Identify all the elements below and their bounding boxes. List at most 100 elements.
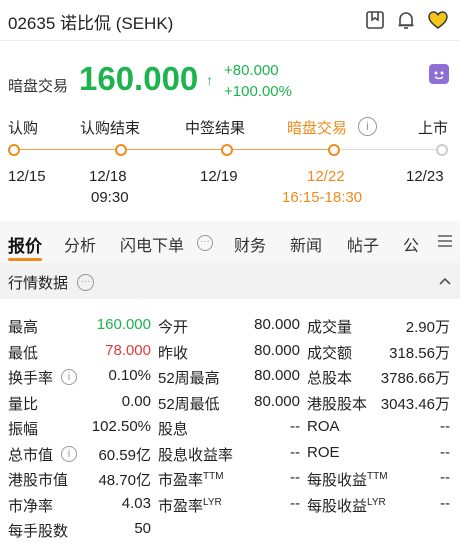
info-icon[interactable]: i xyxy=(61,445,77,462)
stat-label: 总股本 xyxy=(307,367,352,388)
stat-label: 市净率 xyxy=(8,497,54,515)
stat-label-text: 市盈率 xyxy=(158,497,204,515)
up-arrow-icon: ↑ xyxy=(206,72,213,88)
stat-value: 78.000 xyxy=(105,341,151,359)
stat-value: -- xyxy=(290,418,300,435)
stat-label-text: 52周最低 xyxy=(158,395,220,413)
tab-quote[interactable]: 报价 xyxy=(8,232,42,257)
stat-value: 102.50% xyxy=(91,418,151,435)
stat-label: ROA xyxy=(307,418,340,435)
bell-icon[interactable] xyxy=(395,9,417,31)
active-tab-indicator xyxy=(8,258,42,261)
step-date: 12/18 xyxy=(89,168,127,185)
stat-value: 160.000 xyxy=(96,316,151,333)
stat-label: 股息收益率 xyxy=(158,444,233,465)
stat-value: 2.90万 xyxy=(405,319,450,336)
stat-label-suffix: TTM xyxy=(203,471,224,482)
stat-label-text: 股息收益率 xyxy=(158,446,234,464)
stat-label: 市盈率TTM xyxy=(158,469,224,490)
stat-value: 0.00 xyxy=(121,392,151,410)
stat-label: 今开 xyxy=(158,316,188,337)
stat-label: 每手股数 xyxy=(8,523,69,540)
stat-label: 成交量 xyxy=(307,316,352,337)
stat-label-suffix: LYR xyxy=(203,496,222,508)
stat-label-text: 昨收 xyxy=(158,344,189,362)
step-dark-pool: 暗盘交易 xyxy=(287,120,348,137)
stat-value: 80.000 xyxy=(254,367,300,384)
stat-value: 3043.46万 xyxy=(380,395,450,413)
chevron-up-icon[interactable] xyxy=(438,275,452,287)
stat-label: 港股市值 xyxy=(8,472,69,489)
stat-label: 振幅 xyxy=(8,421,39,438)
step-date: 12/23 xyxy=(406,168,444,185)
step-time: 09:30 xyxy=(91,189,129,206)
stat-value: 80.000 xyxy=(254,316,300,333)
tab-more[interactable]: 公 xyxy=(403,232,419,256)
more-dots-icon[interactable]: ··· xyxy=(197,235,213,251)
stat-label-text: 总股本 xyxy=(307,370,353,387)
stat-label: 最高 xyxy=(8,319,39,336)
tab-finance[interactable]: 财务 xyxy=(234,232,266,256)
stock-title: 02635 诺比侃 (SEHK) xyxy=(8,14,174,33)
avatar-icon[interactable] xyxy=(429,64,449,84)
current-price: 160.000 xyxy=(79,60,199,97)
step-time: 16:15-18:30 xyxy=(282,189,363,206)
price-change-pct: +100.00% xyxy=(224,83,292,100)
stat-label-text: 股息 xyxy=(158,421,189,438)
stat-label-text: ROE xyxy=(307,443,340,461)
timeline-dot xyxy=(436,144,448,156)
stat-label: 港股股本 xyxy=(307,393,367,414)
timeline-dot xyxy=(8,144,20,156)
stat-value: 4.03 xyxy=(121,494,151,512)
market-data-header[interactable] xyxy=(0,263,460,299)
info-icon[interactable]: i xyxy=(61,369,77,385)
timeline-dot xyxy=(221,144,233,156)
stat-label: 量比 xyxy=(8,395,39,413)
timeline-remaining xyxy=(338,149,440,150)
stat-label: ROE xyxy=(307,444,340,461)
stat-label: 换手率 xyxy=(8,370,54,387)
stat-value: -- xyxy=(440,418,450,435)
section-title: 行情数据 xyxy=(8,275,69,292)
stat-label-text: 成交额 xyxy=(307,344,353,362)
tab-posts[interactable]: 帖子 xyxy=(347,232,379,256)
stat-value: 60.59亿 xyxy=(98,446,151,464)
stat-value: 0.10% xyxy=(108,367,151,384)
stat-value: 80.000 xyxy=(254,341,300,359)
step-subscribe-end: 认购结束 xyxy=(80,120,141,137)
stat-label-text: 今开 xyxy=(158,319,189,336)
tab-analysis[interactable]: 分析 xyxy=(64,232,96,256)
timeline-dot xyxy=(328,144,340,156)
heart-icon[interactable] xyxy=(427,9,449,31)
timeline-dot xyxy=(115,144,127,156)
stat-label: 52周最高 xyxy=(158,367,220,388)
stat-value: -- xyxy=(290,469,300,486)
stat-label: 总市值 xyxy=(8,446,54,464)
timeline-progress xyxy=(12,149,338,150)
stat-value: 50 xyxy=(134,520,151,537)
bookmark-icon[interactable] xyxy=(364,9,386,31)
menu-icon[interactable] xyxy=(437,233,453,249)
step-subscribe: 认购 xyxy=(8,120,39,137)
stat-label: 52周最低 xyxy=(158,393,220,414)
stat-label: 市盈率LYR xyxy=(158,495,222,516)
stat-value: -- xyxy=(440,494,450,512)
stat-label-text: 港股股本 xyxy=(307,395,368,413)
stat-label: 最低 xyxy=(8,344,39,362)
stat-value: 48.70亿 xyxy=(98,472,151,489)
info-icon[interactable]: i xyxy=(358,117,377,136)
tab-news[interactable]: 新闻 xyxy=(290,232,322,256)
step-date: 12/22 xyxy=(307,168,345,185)
price-change: +80.000 xyxy=(224,62,279,79)
stat-value: -- xyxy=(440,443,450,461)
stat-label-text: 每股收益 xyxy=(307,472,368,489)
dark-pool-label: 暗盘交易 xyxy=(8,78,69,95)
stat-value: -- xyxy=(440,469,450,486)
stat-label-text: 市盈率 xyxy=(158,472,204,489)
tab-quick-order[interactable]: 闪电下单 xyxy=(120,232,184,256)
stat-value: 3786.66万 xyxy=(380,370,450,387)
stat-value: -- xyxy=(290,494,300,512)
more-dots-icon[interactable]: ··· xyxy=(77,274,94,291)
stat-label: 成交额 xyxy=(307,342,352,363)
step-listing: 上市 xyxy=(418,120,449,137)
